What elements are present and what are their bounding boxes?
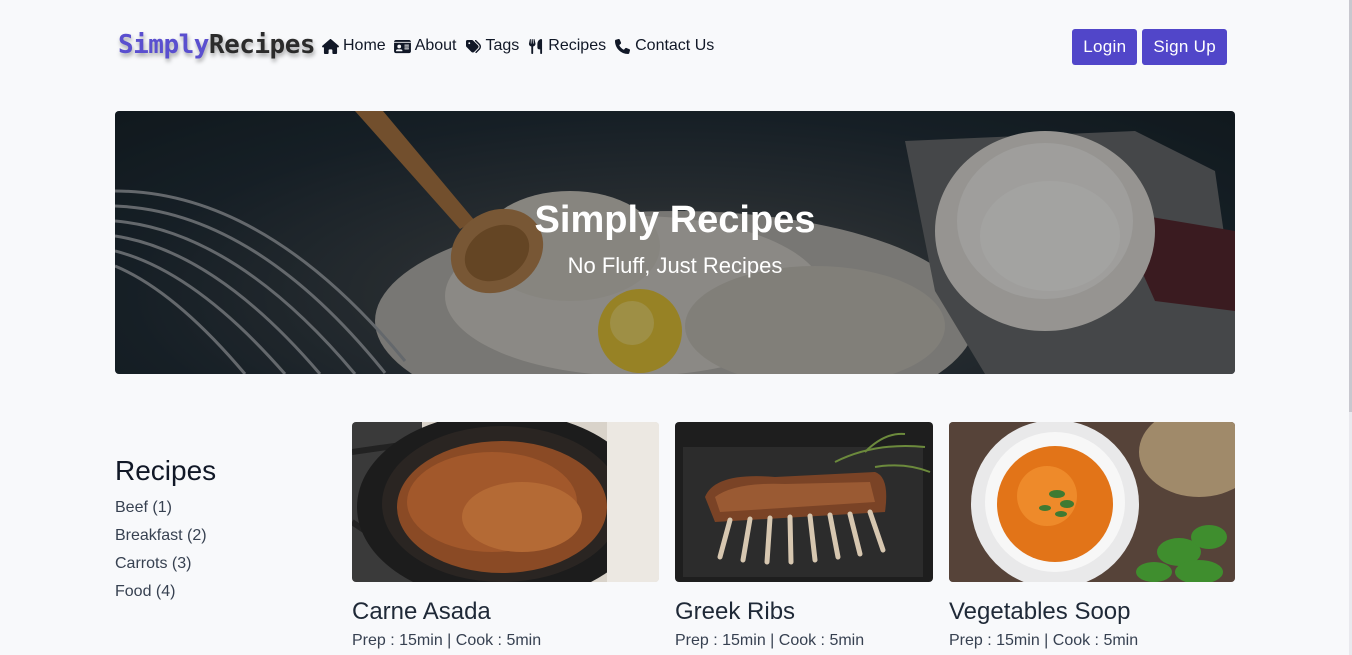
phone-icon <box>615 38 631 54</box>
nav-about-label: About <box>414 37 457 54</box>
recipe-photo-carne-asada <box>352 422 659 582</box>
nav-recipes-label: Recipes <box>548 37 607 54</box>
recipe-image[interactable] <box>949 422 1235 582</box>
hero-subtitle: No Fluff, Just Recipes <box>567 253 783 278</box>
nav-recipes[interactable]: Recipes <box>527 37 606 55</box>
recipe-photo-vegetables-soop <box>949 422 1235 582</box>
brand-logo[interactable]: SimplyRecipes <box>118 30 316 60</box>
recipe-meta: Prep : 15min | Cook : 5min <box>675 632 865 649</box>
nav-home-label: Home <box>343 37 386 54</box>
auth-buttons: Login Sign Up <box>1072 29 1227 65</box>
utensils-icon <box>529 38 543 54</box>
recipe-image[interactable] <box>675 422 933 582</box>
tags-icon <box>465 39 481 53</box>
recipe-meta: Prep : 15min | Cook : 5min <box>352 632 542 649</box>
recipe-title[interactable]: Vegetables Soop <box>949 598 1235 626</box>
nav-home[interactable]: Home <box>322 37 386 55</box>
recipe-card-greek-ribs[interactable]: Greek Ribs Prep : 15min | Cook : 5min <box>675 422 933 650</box>
hero-title: Simply Recipes <box>534 199 816 241</box>
nav-tags-label: Tags <box>485 37 520 54</box>
recipe-image[interactable] <box>352 422 659 582</box>
nav-contact-label: Contact Us <box>635 37 715 54</box>
nav-tags[interactable]: Tags <box>465 37 520 55</box>
recipe-card-carne-asada[interactable]: Carne Asada Prep : 15min | Cook : 5min <box>352 422 659 650</box>
recipe-title[interactable]: Carne Asada <box>352 598 659 626</box>
signup-button[interactable]: Sign Up <box>1142 29 1227 65</box>
id-card-icon <box>393 39 411 53</box>
sidebar-title: Recipes <box>115 455 217 486</box>
recipe-card-vegetables-soop[interactable]: Vegetables Soop Prep : 15min | Cook : 5m… <box>949 422 1235 650</box>
brand-part-2: Recipes <box>208 30 316 60</box>
login-button[interactable]: Login <box>1072 29 1138 65</box>
tags-sidebar: Recipes Beef (1) Breakfast (2) Carrots (… <box>115 455 315 611</box>
recipe-photo-greek-ribs <box>675 422 933 582</box>
brand-part-1: Simply <box>118 30 209 60</box>
nav-about[interactable]: About <box>393 37 457 55</box>
recipe-title[interactable]: Greek Ribs <box>675 598 933 626</box>
home-icon <box>322 38 339 54</box>
recipe-meta: Prep : 15min | Cook : 5min <box>949 632 1139 649</box>
nav-contact[interactable]: Contact Us <box>614 37 714 55</box>
nav-links: Home About Tags Recipes Contact Us <box>322 37 722 55</box>
tag-link-beef[interactable]: Beef (1) <box>115 499 315 527</box>
tag-link-breakfast[interactable]: Breakfast (2) <box>115 527 315 555</box>
hero-banner: Simply Recipes No Fluff, Just Recipes <box>115 111 1235 374</box>
navbar: SimplyRecipes Home About Tags Recipes Co… <box>115 26 1227 66</box>
tag-link-food[interactable]: Food (4) <box>115 583 315 611</box>
hero-overlay <box>115 111 1235 374</box>
tag-link-carrots[interactable]: Carrots (3) <box>115 555 315 583</box>
